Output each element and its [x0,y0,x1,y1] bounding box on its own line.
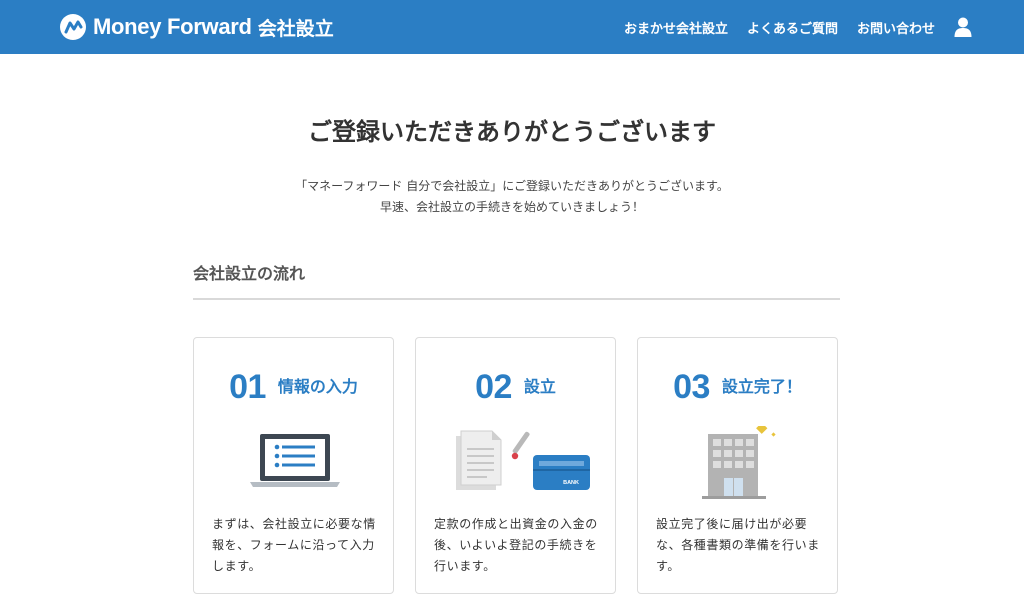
money-forward-logo-icon [60,14,86,40]
step-heading: 03 設立完了！ [638,368,837,407]
seal-icon [511,431,530,460]
step-description: 設立完了後に届け出が必要な、各種書類の準備を行います。 [656,517,820,573]
documents-bank-icon: BANK [456,430,590,490]
header-nav: おまかせ会社設立 よくあるご質問 お問い合わせ [605,0,972,54]
step-heading: 01 情報の入力 [194,368,393,407]
step-label: 情報の入力 [277,377,358,396]
nav-link-omakase[interactable]: おまかせ会社設立 [624,18,728,37]
section-title: 会社設立の流れ [193,264,306,283]
step-card-1: 01 情報の入力 まずは、会社設立に必要な情報を、フォームに沿って入力します。 [193,337,394,594]
section-divider [193,298,840,300]
lead-text: 「マネーフォワード 自分で会社設立」にご登録いただきありがとうございます。 早速… [0,176,1024,218]
nav-link-contact[interactable]: お問い合わせ [857,18,935,37]
logo-text: Money Forward [93,14,252,39]
step-heading: 02 設立 [416,368,615,407]
step-number: 02 [475,368,512,406]
bank-label: BANK [563,480,579,486]
step-card-2: 02 設立 BANK 定款の作成と出資金の入金の後、いよいよ登記の手続きを行いま… [415,337,616,594]
sparkle-icon [756,426,776,437]
step-label: 設立 [523,377,556,396]
user-icon[interactable] [954,17,972,37]
step-description: まずは、会社設立に必要な情報を、フォームに沿って入力します。 [212,517,376,573]
step-card-3: 03 設立完了！ 設立完了後に届け出が必要な、各種書類の準備を行います。 [637,337,838,594]
logo-subtitle: 会社設立 [257,17,334,40]
logo[interactable]: Money Forward 会社設立 [59,11,334,43]
step-description: 定款の作成と出資金の入金の後、いよいよ登記の手続きを行います。 [434,517,598,573]
lead-line-2: 早速、会社設立の手続きを始めていきましょう！ [379,200,644,214]
building-icon [702,426,776,499]
bankbook-icon: BANK [533,455,590,490]
step-label: 設立完了！ [721,377,802,396]
step-number: 03 [673,368,710,406]
nav-link-faq[interactable]: よくあるご質問 [747,18,838,37]
header: Money Forward 会社設立 おまかせ会社設立 よくあるご質問 お問い合… [0,0,1024,54]
laptop-icon [250,434,340,487]
documents-icon [456,430,502,490]
lead-line-1: 「マネーフォワード 自分で会社設立」にご登録いただきありがとうございます。 [295,179,729,193]
step-number: 01 [229,368,266,406]
page-title: ご登録いただきありがとうございます [308,118,716,146]
